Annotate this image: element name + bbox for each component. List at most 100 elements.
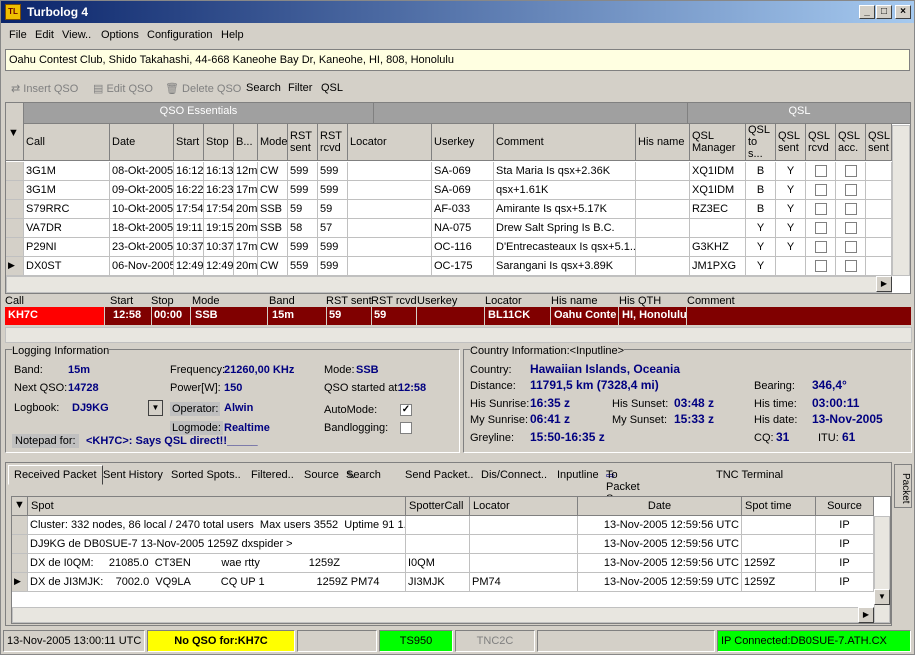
qso-cell-stop[interactable]: 12:49 bbox=[204, 257, 234, 276]
entry-field[interactable]: 15m bbox=[269, 307, 327, 325]
row-indicator[interactable] bbox=[6, 181, 24, 200]
qso-cell-start[interactable]: 16:22 bbox=[174, 181, 204, 200]
qso-cell-date[interactable]: 08-Okt-2005 bbox=[110, 162, 174, 181]
menu-options[interactable]: Options bbox=[101, 29, 139, 41]
qsl-checkbox-cell[interactable] bbox=[806, 181, 836, 200]
qso-cell-mgr[interactable] bbox=[690, 219, 746, 238]
qso-cell-name[interactable] bbox=[636, 238, 690, 257]
qso-cell-userkey[interactable]: OC-175 bbox=[432, 257, 494, 276]
qso-cell-qsl-sent-2[interactable] bbox=[866, 257, 892, 276]
qso-cell-date[interactable]: 09-Okt-2005 bbox=[110, 181, 174, 200]
qso-cell-qto[interactable]: B bbox=[746, 162, 776, 181]
qsl-checkbox-cell[interactable] bbox=[806, 219, 836, 238]
qso-cell-date[interactable]: 10-Okt-2005 bbox=[110, 200, 174, 219]
tab-dis-connect[interactable]: Dis/Connect.. bbox=[481, 469, 547, 481]
column-header[interactable]: Userkey bbox=[432, 124, 494, 161]
qso-cell-userkey[interactable]: NA-075 bbox=[432, 219, 494, 238]
entry-field[interactable]: 59 bbox=[371, 307, 417, 325]
qsl-checkbox[interactable] bbox=[844, 241, 857, 254]
bandlogging-checkbox[interactable] bbox=[400, 422, 412, 434]
qsl-checkbox-cell[interactable] bbox=[836, 162, 866, 181]
spot-cell-spotter[interactable] bbox=[406, 516, 470, 535]
qso-cell-mgr[interactable]: JM1PXG bbox=[690, 257, 746, 276]
qso-cell-qto[interactable]: Y bbox=[746, 238, 776, 257]
qso-cell-userkey[interactable]: AF-033 bbox=[432, 200, 494, 219]
qso-cell-userkey[interactable]: SA-069 bbox=[432, 181, 494, 200]
qso-cell-name[interactable] bbox=[636, 200, 690, 219]
qso-cell-rstr[interactable]: 599 bbox=[318, 238, 348, 257]
spot-cell-date[interactable]: 13-Nov-2005 12:59:59 UTC bbox=[578, 573, 742, 592]
status-tnc[interactable]: TNC2C bbox=[455, 630, 535, 652]
entry-field[interactable]: HI, Honolulu bbox=[619, 307, 687, 325]
maximize-button[interactable]: □ bbox=[876, 5, 892, 19]
qsl-checkbox-cell[interactable] bbox=[806, 200, 836, 219]
logbook-dropdown-icon[interactable]: ▼ bbox=[148, 400, 163, 416]
spot-cell-date[interactable]: 13-Nov-2005 12:59:56 UTC bbox=[578, 535, 742, 554]
qso-cell-stop[interactable]: 10:37 bbox=[204, 238, 234, 257]
spot-h-scrollbar[interactable] bbox=[12, 607, 874, 623]
qso-cell-name[interactable] bbox=[636, 219, 690, 238]
qso-cell-call[interactable]: DX0ST bbox=[24, 257, 110, 276]
qso-cell-rsts[interactable]: 599 bbox=[288, 181, 318, 200]
qso-cell-start[interactable]: 17:54 bbox=[174, 200, 204, 219]
qso-cell-rstr[interactable]: 599 bbox=[318, 181, 348, 200]
qso-cell-qsl-sent-2[interactable] bbox=[866, 181, 892, 200]
status-ip-connection[interactable]: IP Connected:DB0SUE-7.ATH.CX bbox=[717, 630, 911, 652]
menu-edit[interactable]: Edit bbox=[35, 29, 54, 41]
qso-cell-comment[interactable]: D'Entrecasteaux Is qsx+5.1... bbox=[494, 238, 636, 257]
qso-cell-call[interactable]: 3G1M bbox=[24, 181, 110, 200]
qso-cell-qsent[interactable]: Y bbox=[776, 238, 806, 257]
tab-sorted-spots[interactable]: Sorted Spots.. bbox=[171, 469, 241, 481]
column-header[interactable]: Start bbox=[174, 124, 204, 161]
qsl-checkbox[interactable] bbox=[814, 165, 827, 178]
qso-cell-loc[interactable] bbox=[348, 181, 432, 200]
qso-cell-stop[interactable]: 16:23 bbox=[204, 181, 234, 200]
qso-cell-date[interactable]: 18-Okt-2005 bbox=[110, 219, 174, 238]
spot-cell-spotter[interactable] bbox=[406, 535, 470, 554]
qso-cell-band[interactable]: 12m bbox=[234, 162, 258, 181]
spot-cell-spotter[interactable]: JI3MJK bbox=[406, 573, 470, 592]
qso-cell-mode[interactable]: SSB bbox=[258, 200, 288, 219]
qsl-checkbox[interactable] bbox=[844, 165, 857, 178]
qso-cell-name[interactable] bbox=[636, 162, 690, 181]
menu-configuration[interactable]: Configuration bbox=[147, 29, 212, 41]
column-header[interactable]: QSL rcvd bbox=[806, 124, 836, 161]
qso-cell-comment[interactable]: Sta Maria Is qsx+2.36K bbox=[494, 162, 636, 181]
column-header[interactable]: RST sent bbox=[288, 124, 318, 161]
spot-cell-spot[interactable]: DX de I0QM: 21085.0 CT3EN wae rtty 1259Z bbox=[28, 554, 406, 573]
qsl-checkbox[interactable] bbox=[844, 184, 857, 197]
qso-cell-qsl-sent-2[interactable] bbox=[866, 200, 892, 219]
qso-cell-mgr[interactable]: G3KHZ bbox=[690, 238, 746, 257]
qsl-checkbox[interactable] bbox=[814, 203, 827, 216]
qsl-checkbox-cell[interactable] bbox=[836, 200, 866, 219]
entry-field[interactable]: 12:58 bbox=[110, 307, 152, 325]
notepad-value[interactable]: <KH7C>: Says QSL direct!!_____ bbox=[86, 435, 258, 447]
qso-cell-name[interactable] bbox=[636, 181, 690, 200]
spot-row-indicator[interactable] bbox=[12, 554, 28, 573]
spot-column-header[interactable]: Spot time bbox=[742, 497, 816, 516]
qso-cell-call[interactable]: 3G1M bbox=[24, 162, 110, 181]
tab-send-packet[interactable]: Send Packet.. bbox=[405, 469, 474, 481]
qso-cell-call[interactable]: VA7DR bbox=[24, 219, 110, 238]
status-rig[interactable]: TS950 bbox=[379, 630, 453, 652]
qso-cell-comment[interactable]: qsx+1.61K bbox=[494, 181, 636, 200]
qso-cell-stop[interactable]: 19:15 bbox=[204, 219, 234, 238]
tab-inputline[interactable]: Inputline bbox=[557, 469, 599, 481]
spot-cell-time[interactable] bbox=[742, 516, 816, 535]
qso-cell-qto[interactable]: Y bbox=[746, 219, 776, 238]
filter-button[interactable]: Filter bbox=[288, 82, 312, 94]
insert-qso-button[interactable]: ⇄ Insert QSO bbox=[11, 82, 78, 95]
spot-row-indicator[interactable]: ▶ bbox=[12, 573, 28, 592]
qso-cell-mgr[interactable]: RZ3EC bbox=[690, 200, 746, 219]
entry-field[interactable]: BL11CK bbox=[485, 307, 551, 325]
qsl-checkbox[interactable] bbox=[844, 203, 857, 216]
qso-cell-call[interactable]: P29NI bbox=[24, 238, 110, 257]
qsl-checkbox[interactable] bbox=[844, 260, 857, 273]
qso-cell-qto[interactable]: B bbox=[746, 181, 776, 200]
qso-cell-qto[interactable]: B bbox=[746, 200, 776, 219]
edit-qso-button[interactable]: ▤ Edit QSO bbox=[93, 82, 153, 95]
spot-cell-src[interactable]: IP bbox=[816, 573, 874, 592]
column-header[interactable]: QSL to s... bbox=[746, 124, 776, 161]
qso-cell-rsts[interactable]: 599 bbox=[288, 162, 318, 181]
qso-cell-call[interactable]: S79RRC bbox=[24, 200, 110, 219]
